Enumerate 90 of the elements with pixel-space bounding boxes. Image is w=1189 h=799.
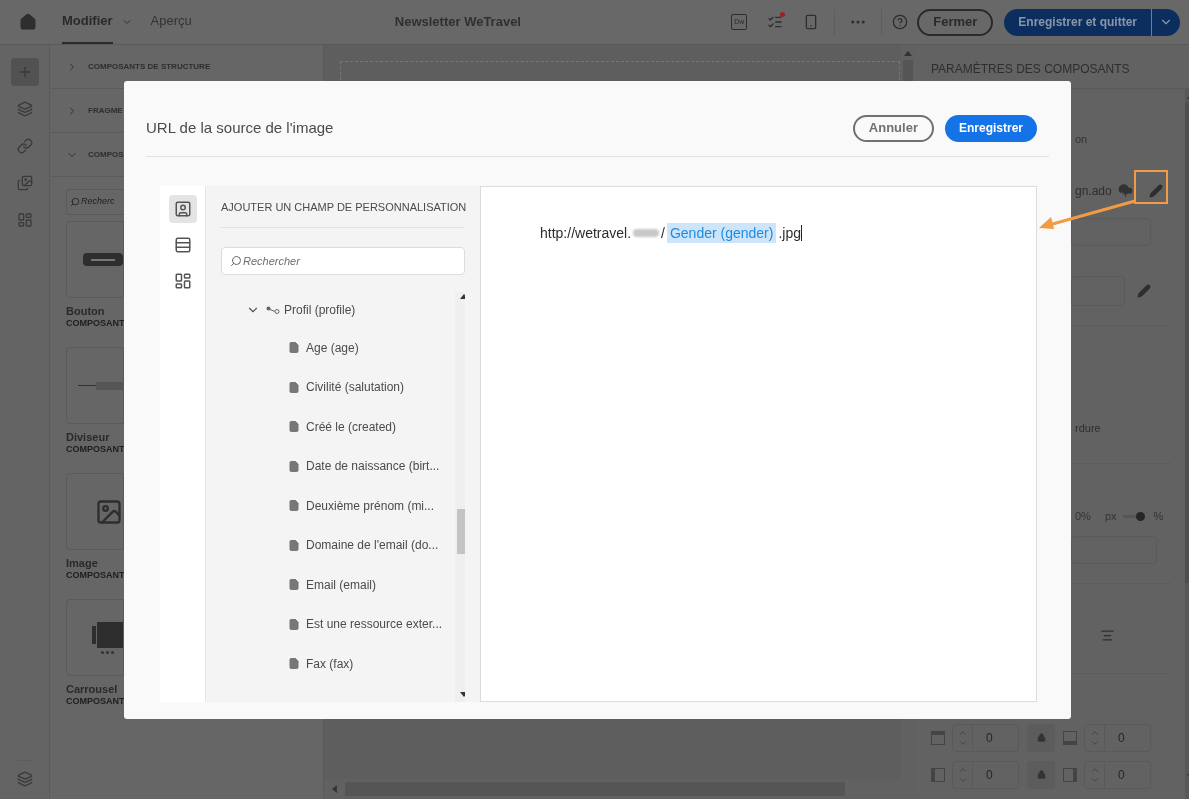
lock-icon	[1036, 770, 1046, 779]
search-icon	[70, 197, 80, 207]
editor-field[interactable]: http://wetravel. / Gender (gender) .jpg	[480, 186, 1037, 702]
stepper-control[interactable]	[952, 723, 973, 752]
stepper-control[interactable]	[1084, 760, 1105, 789]
unit-label: %	[1153, 509, 1164, 524]
component-type: COMPOSANT	[66, 318, 125, 329]
document-title: Newsletter WeTravel	[394, 13, 521, 32]
link-icon	[16, 138, 33, 154]
profile-icon	[173, 200, 192, 218]
table-icon	[173, 236, 192, 254]
save-button[interactable]: Enregistrer	[944, 114, 1037, 142]
component-type: COMPOSANT	[66, 570, 125, 581]
lock-icon	[1036, 733, 1046, 742]
file-icon	[288, 578, 300, 592]
number-field[interactable]: 0	[1105, 723, 1151, 752]
tree-leaf[interactable]: Fax (fax)	[246, 644, 455, 684]
tree-leaf[interactable]: Créé le (created)	[246, 407, 455, 447]
url-text: /	[661, 224, 665, 243]
align-center-icon[interactable]	[1100, 627, 1115, 643]
personalization-field[interactable]: Gender (gender)	[666, 223, 777, 243]
panel-heading: AJOUTER UN CHAMP DE PERSONNALISATION	[221, 200, 467, 216]
highlight-frame	[1134, 170, 1168, 204]
component-name: Carrousel	[66, 683, 118, 696]
stepper-control[interactable]	[952, 760, 973, 789]
padding-side-icon	[1063, 730, 1077, 745]
scroll-down-icon[interactable]	[459, 692, 465, 697]
checklist-icon[interactable]	[767, 14, 784, 30]
padding-side-icon	[1063, 767, 1077, 782]
file-icon	[288, 380, 300, 394]
tree-leaf[interactable]: Deuxième prénom (mi...	[246, 486, 455, 526]
help-icon[interactable]	[892, 14, 909, 30]
divider-drawing	[78, 381, 123, 390]
scroll-up-icon[interactable]	[459, 294, 465, 299]
component-card[interactable]	[66, 347, 124, 424]
tree-leaf[interactable]: Email (email)	[246, 565, 455, 605]
file-icon	[288, 617, 300, 631]
grid-icon	[16, 212, 33, 228]
search-field[interactable]: Rechercher	[221, 247, 465, 275]
edit-icon[interactable]	[1137, 283, 1151, 298]
stepper-control[interactable]	[1084, 723, 1105, 752]
link-node-icon	[266, 306, 280, 314]
number-field[interactable]: 0	[973, 723, 1019, 752]
url-text: http://wetravel.	[540, 224, 632, 243]
tree-leaf[interactable]: Est une ressource exter...	[246, 604, 455, 644]
blocks-icon	[173, 272, 192, 290]
padding-side-icon	[931, 730, 945, 745]
dialog-tab[interactable]	[168, 195, 197, 223]
tree-leaf[interactable]: Date de naissance (birt...	[246, 446, 455, 486]
component-name: Image	[66, 557, 98, 570]
component-card[interactable]	[66, 473, 124, 550]
tree-leaf[interactable]: Age (age)	[246, 328, 455, 368]
layers-icon	[16, 101, 33, 117]
scroll-left-icon[interactable]	[332, 785, 337, 793]
carousel-drawing	[92, 621, 123, 654]
tree-leaf[interactable]: Civilité (salutation)	[246, 367, 455, 407]
url-text: .jpg	[778, 224, 802, 243]
tree-leaf[interactable]: Domaine de l'email (do...	[246, 525, 455, 565]
image-icon	[95, 497, 123, 526]
number-field[interactable]: 0	[973, 760, 1019, 789]
home-icon[interactable]	[19, 13, 37, 31]
file-icon	[288, 538, 300, 552]
component-name: Bouton	[66, 305, 105, 318]
padding-side-icon	[931, 767, 945, 782]
file-icon	[288, 499, 300, 513]
file-icon	[288, 657, 300, 671]
component-card[interactable]	[66, 221, 124, 298]
images-icon	[16, 175, 33, 191]
component-type: COMPOSANT	[66, 444, 125, 455]
text-cursor	[801, 225, 803, 241]
tree-node[interactable]: Profil (profile)	[246, 292, 455, 328]
component-type: COMPOSANT	[66, 696, 125, 707]
dialog-title: URL de la source de l'image	[146, 117, 334, 138]
file-icon	[288, 420, 300, 434]
component-card[interactable]	[66, 599, 124, 676]
redacted-mark	[633, 229, 660, 237]
close-button[interactable]: Fermer	[917, 8, 994, 36]
cancel-button[interactable]: Annuler	[852, 114, 934, 142]
upload-icon[interactable]	[1117, 183, 1133, 198]
number-field[interactable]: 0	[1105, 760, 1151, 789]
component-name: Diviseur	[66, 431, 110, 444]
file-icon	[288, 459, 300, 473]
layers-settings-icon[interactable]	[16, 771, 33, 787]
rail-button[interactable]	[10, 58, 39, 86]
file-icon	[288, 341, 300, 355]
search-icon	[230, 255, 242, 267]
unit-switch[interactable]	[1122, 511, 1145, 521]
lock-button[interactable]	[1027, 723, 1055, 752]
lock-button[interactable]	[1027, 760, 1055, 789]
button-drawing	[83, 253, 123, 266]
